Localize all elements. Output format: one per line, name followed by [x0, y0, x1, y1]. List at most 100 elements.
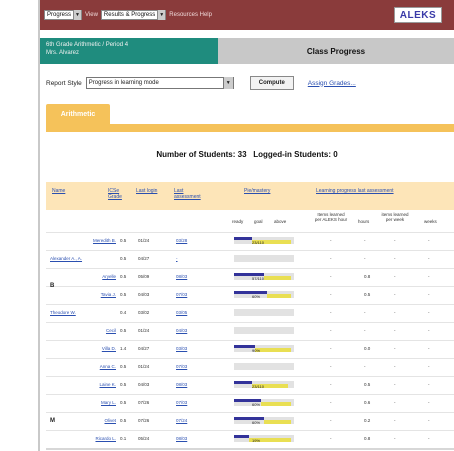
mastery-bar: 60% — [234, 417, 294, 425]
last-assessment-link[interactable]: 03/28 — [176, 238, 187, 243]
student-name-link[interactable]: Ricardo L. — [56, 436, 116, 441]
class-name-panel: 6th Grade Arithmetic / Period 4 Mrs. Alv… — [40, 38, 218, 64]
last-assessment-link[interactable]: 07/03 — [176, 400, 187, 405]
student-name-link[interactable]: Olivet — [56, 418, 116, 423]
grade-cell: 0.5 — [120, 400, 127, 405]
aleks-logo: ALEKS — [394, 7, 442, 23]
weeks-cell: - — [428, 418, 430, 423]
student-name-link[interactable]: Laine K. — [56, 382, 116, 387]
last-assessment-link[interactable]: 03/03 — [176, 346, 187, 351]
last-assessment-link[interactable]: 07/03 — [176, 292, 187, 297]
report-style-row: Report Style Progress in learning mode ▼… — [46, 76, 356, 90]
student-name-link[interactable]: Tavia J. — [56, 292, 116, 297]
hours-cell: - — [364, 256, 366, 261]
table-row[interactable]: Villa D. 1.4 04/27 03/03 90% - 0.0 - - — [46, 340, 454, 358]
students-count: 33 — [237, 150, 247, 159]
hours-cell: 0.6 — [364, 400, 371, 405]
last-login-cell: 04/27 — [138, 346, 150, 351]
tab-arithmetic[interactable]: Arithmetic — [46, 104, 110, 124]
last-assessment-link[interactable]: 04/03 — [176, 328, 187, 333]
grade-cell: 0.5 — [120, 418, 127, 423]
items-per-hour-cell: - — [330, 274, 332, 279]
grade-cell: 0.5 — [120, 274, 127, 279]
hours-cell: 0.8 — [364, 436, 371, 441]
last-assessment-link[interactable]: 07/24 — [176, 418, 187, 423]
student-name-link[interactable]: Meredith B. — [56, 238, 116, 243]
compute-button[interactable]: Compute — [249, 76, 294, 90]
column-header-learning-progress[interactable]: Learning progress last assessment — [316, 188, 446, 194]
last-assessment-link[interactable]: 03/05 — [176, 310, 187, 315]
items-per-week-cell: - — [394, 292, 396, 297]
mastery-bar-track — [234, 327, 294, 334]
column-header-mastery[interactable]: Pie/mastery — [244, 188, 270, 194]
weeks-cell: - — [428, 436, 430, 441]
mastery-bar: 23/110 — [234, 237, 294, 245]
last-login-cell: 01/24 — [138, 364, 150, 369]
hours-cell: 0.8 — [364, 274, 371, 279]
last-assessment-link[interactable]: - — [176, 256, 178, 261]
last-login-cell: 01/24 — [138, 238, 150, 243]
weeks-cell: - — [428, 382, 430, 387]
student-name-link[interactable]: Villa D. — [56, 346, 116, 351]
table-row[interactable]: Alexander A., A. 0.5 04/27 - - - - - — [46, 250, 454, 268]
table-row[interactable]: Olivet 0.5 07/26 07/24 60% - 0.2 - - — [46, 412, 454, 430]
grades-select[interactable]: Progress ▼ — [44, 10, 83, 20]
table-row[interactable]: Laine K. 0.5 04/03 08/03 23/110 - 0.5 - - — [46, 376, 454, 394]
mastery-bar-label: 60% — [252, 294, 261, 299]
table-row[interactable]: Theodore W. 0.4 03/02 03/05 - - - - — [46, 304, 454, 322]
items-per-hour-cell: - — [330, 256, 332, 261]
column-header-last-assessment[interactable]: Last assessment — [174, 188, 204, 200]
student-name-link[interactable]: Cecil — [56, 328, 116, 333]
chevron-down-icon[interactable]: ▼ — [222, 77, 233, 89]
table-row[interactable]: Ricardo L. 0.1 05/24 08/03 19% - 0.8 - - — [46, 430, 454, 448]
tab-underline — [46, 124, 454, 132]
last-assessment-link[interactable]: 07/03 — [176, 364, 187, 369]
mastery-bar-blue — [234, 435, 249, 438]
student-name-link[interactable]: Aryelle — [56, 274, 116, 279]
column-header-last-login[interactable]: Last login — [136, 188, 157, 194]
column-header-name[interactable]: Name — [52, 188, 65, 194]
student-counts: Number of Students: 33 Logged-in Student… — [40, 150, 454, 159]
report-style-select[interactable]: Progress in learning mode ▼ — [85, 77, 234, 89]
last-login-cell: 04/03 — [138, 292, 150, 297]
mastery-bar: 60% — [234, 291, 294, 299]
student-name-link[interactable]: Mary L. — [56, 400, 116, 405]
mastery-bar-label: 60% — [252, 402, 261, 407]
mastery-bar — [234, 363, 294, 371]
student-group-link[interactable]: Theodore W. — [50, 310, 76, 315]
table-row[interactable]: Meredith B. 0.5 01/24 03/28 23/110 - - - - — [46, 232, 454, 250]
mastery-bar-yellow — [264, 420, 291, 424]
grades-select-value: Progress — [47, 12, 72, 18]
last-assessment-link[interactable]: 08/03 — [176, 382, 187, 387]
last-assessment-link[interactable]: 08/03 — [176, 436, 187, 441]
chevron-down-icon[interactable]: ▼ — [73, 10, 82, 20]
grade-cell: 0.5 — [120, 328, 127, 333]
view-select[interactable]: Results & Progress ▼ — [100, 10, 167, 20]
table-row[interactable]: Aryelle 0.5 05/09 08/03 57/110 - 0.8 - - — [46, 268, 454, 286]
student-group-link[interactable]: Alexander A., A. — [50, 256, 82, 261]
resources-help-link[interactable]: Resources Help — [169, 12, 212, 18]
chevron-down-icon[interactable]: ▼ — [157, 10, 166, 20]
table-row[interactable]: Tavia J. 0.5 04/03 07/03 60% - 0.5 - - — [46, 286, 454, 304]
view-label: View — [85, 12, 98, 18]
column-header-grade[interactable]: ICSe Grade — [108, 188, 126, 200]
table-row[interactable]: Anna C. 0.5 01/24 07/03 - - - - — [46, 358, 454, 376]
items-per-week-cell: - — [394, 418, 396, 423]
last-assessment-link[interactable]: 08/03 — [176, 274, 187, 279]
items-per-week-cell: - — [394, 328, 396, 333]
student-name-link[interactable]: Anna C. — [56, 364, 116, 369]
table-row[interactable]: Cecil 0.5 01/24 04/03 - - - - — [46, 322, 454, 340]
hours-cell: 0.5 — [364, 382, 371, 387]
weeks-cell: - — [428, 364, 430, 369]
weeks-cell: - — [428, 292, 430, 297]
logged-in-label: Logged-in Students: — [253, 150, 331, 159]
assign-grades-link[interactable]: Assign Grades... — [308, 80, 356, 87]
subheader-items-per-hour: Items learned per ALEKS hour — [314, 212, 348, 222]
table-row[interactable]: Mary L. 0.5 07/26 07/03 60% - 0.6 - - — [46, 394, 454, 412]
items-per-week-cell: - — [394, 400, 396, 405]
mastery-bar-track — [234, 309, 294, 316]
page-title: Class Progress — [306, 46, 366, 56]
mastery-bar: 60% — [234, 399, 294, 407]
subheader-weeks: weeks — [424, 219, 437, 224]
class-header: 6th Grade Arithmetic / Period 4 Mrs. Alv… — [40, 38, 454, 64]
